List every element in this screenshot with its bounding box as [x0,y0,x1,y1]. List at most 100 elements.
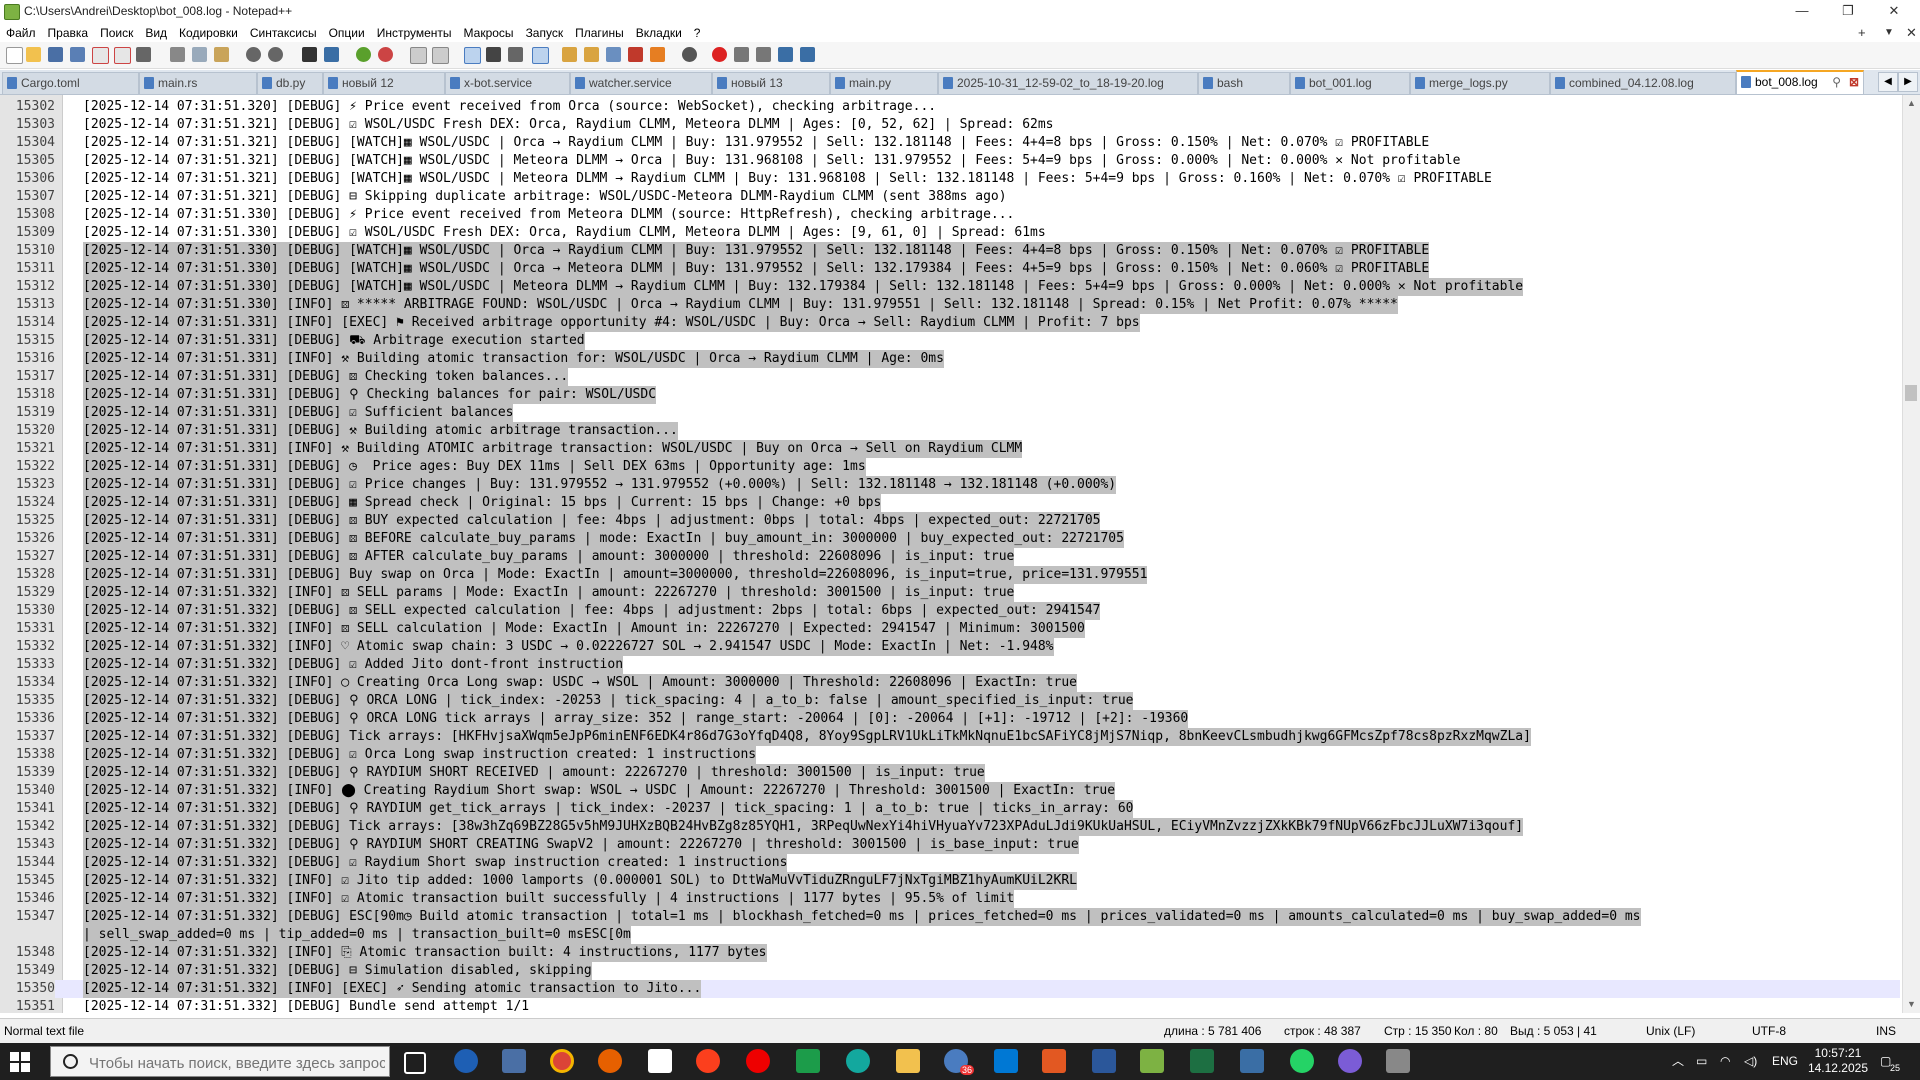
save-icon[interactable] [48,47,63,62]
log-line[interactable]: 15337 [2025-12-14 07:31:51.332] [DEBUG] T… [0,728,1900,746]
app-circle-icon[interactable] [454,1049,478,1073]
log-line[interactable]: 15316 [2025-12-14 07:31:51.331] [INFO] ⚒ … [0,350,1900,368]
messenger-icon[interactable] [1338,1049,1362,1073]
show-all-chars-icon[interactable] [486,47,501,62]
opera-icon[interactable] [746,1049,770,1073]
monitor-icon[interactable] [682,47,697,62]
vscode-icon[interactable] [994,1049,1018,1073]
firefox-icon[interactable] [598,1049,622,1073]
close-doc-icon[interactable]: ✕ [1900,24,1920,42]
menu-run[interactable]: Запуск [520,24,570,42]
menu-edit[interactable]: Правка [42,24,95,42]
run-macro-multiple-icon[interactable] [778,47,793,62]
log-line[interactable]: 15313 [2025-12-14 07:31:51.330] [INFO] ⚄ … [0,296,1900,314]
redo-icon[interactable] [268,47,283,62]
minimize-button[interactable]: — [1780,0,1824,24]
log-line[interactable]: 15346 [2025-12-14 07:31:51.332] [INFO] ☑ … [0,890,1900,908]
volume-icon[interactable]: ◁) [1744,1043,1757,1080]
log-line[interactable]: 15303 [2025-12-14 07:31:51.321] [DEBUG] ☑… [0,116,1900,134]
status-ins[interactable]: INS [1876,1019,1896,1043]
function-list-icon[interactable] [628,47,643,62]
status-encoding[interactable]: UTF-8 [1752,1019,1786,1043]
menu-window[interactable]: Вкладки [630,24,688,42]
scroll-down-arrow-icon[interactable]: ▼ [1903,996,1920,1013]
log-line[interactable]: 15310 [2025-12-14 07:31:51.330] [DEBUG] [… [0,242,1900,260]
log-line[interactable]: 15334 [2025-12-14 07:31:51.332] [INFO] ◯ … [0,674,1900,692]
menu-plugins[interactable]: Плагины [569,24,630,42]
pin-icon[interactable]: ⚲ [1832,72,1841,92]
q-app-icon[interactable] [846,1049,870,1073]
menu-macro[interactable]: Макросы [458,24,520,42]
tab-merge-logs-py[interactable]: merge_logs.py [1410,72,1550,94]
tab-bash[interactable]: bash [1198,72,1290,94]
file-explorer-icon[interactable] [896,1049,920,1073]
log-line[interactable]: 15349 [2025-12-14 07:31:51.332] [DEBUG] ⊟… [0,962,1900,980]
battery-icon[interactable]: ▭ [1696,1043,1707,1080]
log-line[interactable]: 15342 [2025-12-14 07:31:51.332] [DEBUG] T… [0,818,1900,836]
cut-icon[interactable] [170,47,185,62]
tab-main-py[interactable]: main.py [830,72,938,94]
windows-start-icon[interactable] [10,1052,30,1072]
tab-watcher-service[interactable]: watcher.service [570,72,712,94]
doc-list-icon[interactable] [606,47,621,62]
log-line[interactable]: 15324 [2025-12-14 07:31:51.331] [DEBUG] ▦… [0,494,1900,512]
log-line[interactable]: 15330 [2025-12-14 07:31:51.332] [DEBUG] ⚄… [0,602,1900,620]
play-macro-icon[interactable] [756,47,771,62]
log-line[interactable]: 15321 [2025-12-14 07:31:51.331] [INFO] ⚒ … [0,440,1900,458]
log-line[interactable]: 15322 [2025-12-14 07:31:51.331] [DEBUG] ◷… [0,458,1900,476]
zoom-out-icon[interactable] [378,47,393,62]
menu-encoding[interactable]: Кодировки [173,24,244,42]
scroll-up-arrow-icon[interactable]: ▲ [1903,95,1920,112]
word-icon[interactable] [1092,1049,1116,1073]
log-line[interactable]: 15341 [2025-12-14 07:31:51.332] [DEBUG] ⚲… [0,800,1900,818]
log-line[interactable]: 15345 [2025-12-14 07:31:51.332] [INFO] ☑ … [0,872,1900,890]
log-line[interactable]: 15329 [2025-12-14 07:31:51.332] [INFO] ⚄ … [0,584,1900,602]
log-line[interactable]: 15309 [2025-12-14 07:31:51.330] [DEBUG] ☑… [0,224,1900,242]
maximize-button[interactable]: ❐ [1826,0,1870,24]
log-line[interactable]: 15304 [2025-12-14 07:31:51.321] [DEBUG] [… [0,134,1900,152]
record-macro-icon[interactable] [712,47,727,62]
tradingview-icon[interactable] [648,1049,672,1073]
log-line[interactable]: 15335 [2025-12-14 07:31:51.332] [DEBUG] ⚲… [0,692,1900,710]
save-all-icon[interactable] [70,47,85,62]
log-line[interactable]: 15311 [2025-12-14 07:31:51.330] [DEBUG] [… [0,260,1900,278]
log-line[interactable]: 15326 [2025-12-14 07:31:51.331] [DEBUG] ⚄… [0,530,1900,548]
log-line[interactable]: 15350 [2025-12-14 07:31:51.332] [INFO] [E… [0,980,1900,998]
log-line[interactable]: 15331 [2025-12-14 07:31:51.332] [INFO] ⚄ … [0,620,1900,638]
find-icon[interactable] [302,47,317,62]
tab-main-rs[interactable]: main.rs [139,72,257,94]
log-line[interactable]: 15306 [2025-12-14 07:31:51.321] [DEBUG] [… [0,170,1900,188]
menu-file[interactable]: Файл [0,24,42,42]
log-line[interactable]: 15307 [2025-12-14 07:31:51.321] [DEBUG] ⊟… [0,188,1900,206]
word-wrap-icon[interactable] [464,47,481,64]
log-line[interactable]: 15325 [2025-12-14 07:31:51.331] [DEBUG] ⚄… [0,512,1900,530]
remote-desktop-icon[interactable] [1240,1049,1264,1073]
undo-icon[interactable] [246,47,261,62]
print-icon[interactable] [136,47,151,62]
log-line[interactable]: 15308 [2025-12-14 07:31:51.330] [DEBUG] ⚡… [0,206,1900,224]
close-button[interactable]: ✕ [1872,0,1916,24]
tab-bot-008-log[interactable]: bot_008.log ⚲ ⊠ [1736,70,1864,94]
menu-search[interactable]: Поиск [94,24,139,42]
green-app-icon[interactable] [796,1049,820,1073]
log-line[interactable]: 15332 [2025-12-14 07:31:51.332] [INFO] ♡ … [0,638,1900,656]
udl-icon[interactable] [562,47,577,62]
tab-scroll-left-icon[interactable]: ◀ [1878,72,1898,92]
log-line[interactable]: 15338 [2025-12-14 07:31:51.332] [DEBUG] ☑… [0,746,1900,764]
whatsapp-icon[interactable] [1290,1049,1314,1073]
replace-icon[interactable] [324,47,339,62]
tray-chevron-icon[interactable]: ︿ [1672,1043,1684,1080]
log-line[interactable]: 15315 [2025-12-14 07:31:51.331] [DEBUG] ⛟… [0,332,1900,350]
log-line[interactable]: 15333 [2025-12-14 07:31:51.332] [DEBUG] ☑… [0,656,1900,674]
close-all-icon[interactable] [114,47,131,64]
log-line[interactable]: 15314 [2025-12-14 07:31:51.331] [INFO] [E… [0,314,1900,332]
menu-language[interactable]: Синтаксисы [244,24,323,42]
log-line[interactable]: 15336 [2025-12-14 07:31:51.332] [DEBUG] ⚲… [0,710,1900,728]
indent-guide-dropdown-icon[interactable] [508,47,523,62]
folder-workspace-icon[interactable] [650,47,665,62]
log-line[interactable]: | sell_swap_added=0 ms | tip_added=0 ms … [0,926,1900,944]
indent-guide-icon[interactable] [532,47,549,64]
sync-vertical-icon[interactable] [410,47,427,64]
new-file-icon[interactable] [6,47,23,64]
tab-bot-001-log[interactable]: bot_001.log [1290,72,1410,94]
